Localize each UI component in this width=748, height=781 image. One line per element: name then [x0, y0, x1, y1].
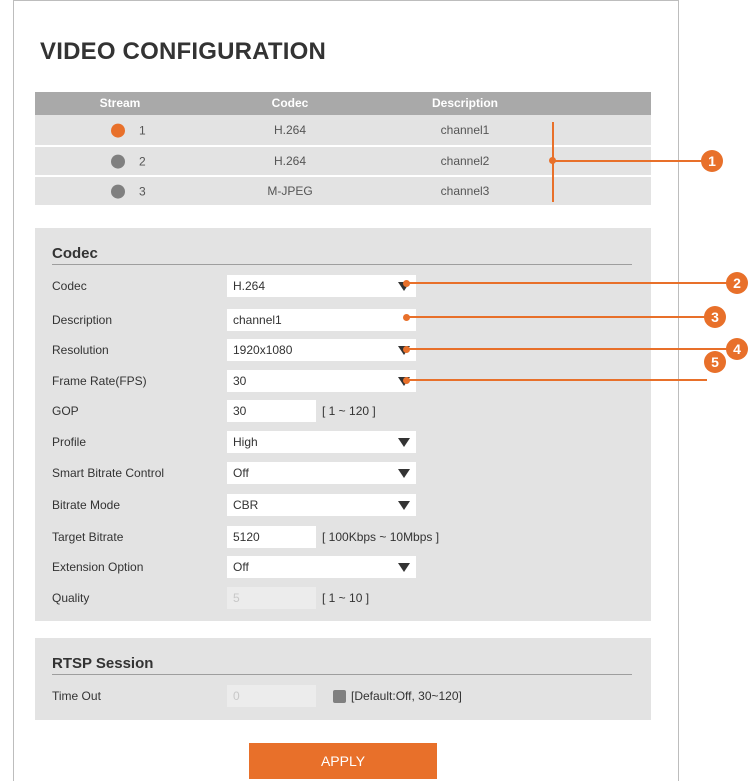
description-input[interactable]: channel1 [227, 309, 416, 331]
target-bitrate-label: Target Bitrate [52, 530, 124, 544]
chevron-down-icon [398, 469, 410, 478]
gop-range-hint: [ 1 ~ 120 ] [322, 404, 376, 418]
time-out-hint: [Default:Off, 30~120] [351, 689, 462, 703]
bitrate-mode-row: Bitrate Mode CBR [52, 494, 642, 516]
stream-1-radio[interactable] [111, 123, 125, 138]
resolution-row: Resolution 1920x1080 [52, 339, 642, 361]
header-description: Description [431, 96, 498, 110]
description-label: Description [52, 313, 113, 327]
target-bitrate-range-hint: [ 100Kbps ~ 10Mbps ] [322, 530, 440, 544]
stream-2-number: 2 [139, 154, 146, 169]
codec-panel: Codec Codec H.264 Description channel1 R… [35, 228, 651, 621]
callout-1-badge: 1 [701, 150, 723, 172]
stream-2-description: channel2 [440, 154, 490, 168]
time-out-row: Time Out 0 [Default:Off, 30~120] [52, 685, 642, 707]
header-codec: Codec [271, 96, 309, 110]
stream-2-codec: H.264 [273, 154, 307, 168]
chevron-down-icon [398, 501, 410, 510]
frame-rate-label: Frame Rate(FPS) [52, 374, 147, 388]
callout-5-line [407, 379, 707, 381]
header-stream: Stream [99, 96, 141, 110]
gop-input[interactable]: 30 [227, 400, 316, 422]
target-bitrate-row: Target Bitrate 5120 [ 100Kbps ~ 10Mbps ] [52, 526, 642, 548]
stream-table: Stream Codec Description 1 H.264 channel… [35, 92, 651, 205]
callout-1-dot [549, 157, 556, 164]
extension-option-row: Extension Option Off [52, 556, 642, 578]
codec-panel-title: Codec [52, 245, 98, 262]
callout-5-badge: 5 [704, 351, 726, 373]
resolution-select[interactable]: 1920x1080 [227, 339, 416, 361]
stream-row-3[interactable]: 3 M-JPEG channel3 [35, 175, 651, 205]
smart-bitrate-select[interactable]: Off [227, 462, 416, 484]
page-title: VIDEO CONFIGURATION [40, 38, 327, 65]
stream-3-number: 3 [139, 184, 146, 199]
stream-1-number: 1 [139, 123, 146, 138]
codec-panel-divider [52, 264, 632, 265]
time-out-checkbox[interactable] [333, 690, 346, 703]
resolution-label: Resolution [52, 343, 109, 357]
bitrate-mode-select[interactable]: CBR [227, 494, 416, 516]
quality-label: Quality [52, 591, 90, 605]
callout-3-line [407, 316, 707, 318]
codec-label: Codec [52, 279, 87, 293]
callout-1-line [552, 160, 704, 162]
stream-1-codec: H.264 [273, 123, 307, 137]
time-out-input: 0 [227, 685, 316, 707]
profile-row: Profile High [52, 431, 642, 453]
extension-option-select[interactable]: Off [227, 556, 416, 578]
stream-row-1[interactable]: 1 H.264 channel1 [35, 115, 651, 145]
rtsp-panel: RTSP Session Time Out 0 [Default:Off, 30… [35, 638, 651, 720]
description-row: Description channel1 [52, 309, 642, 331]
callout-4-line [407, 348, 727, 350]
time-out-label: Time Out [52, 689, 101, 703]
stream-table-header: Stream Codec Description [35, 92, 651, 115]
smart-bitrate-label: Smart Bitrate Control [52, 466, 165, 480]
gop-label: GOP [52, 404, 79, 418]
stream-1-description: channel1 [440, 123, 490, 137]
profile-select[interactable]: High [227, 431, 416, 453]
extension-option-label: Extension Option [52, 560, 144, 574]
codec-row: Codec H.264 [52, 275, 642, 297]
frame-rate-select[interactable]: 30 [227, 370, 416, 392]
rtsp-panel-title: RTSP Session [52, 655, 154, 672]
apply-button[interactable]: APPLY [249, 743, 437, 779]
bitrate-mode-label: Bitrate Mode [52, 498, 121, 512]
callout-2-line [407, 282, 727, 284]
quality-input: 5 [227, 587, 316, 609]
callout-4-badge: 4 [726, 338, 748, 360]
smart-bitrate-row: Smart Bitrate Control Off [52, 462, 642, 484]
frame-rate-row: Frame Rate(FPS) 30 [52, 370, 642, 392]
codec-select[interactable]: H.264 [227, 275, 416, 297]
callout-2-badge: 2 [726, 272, 748, 294]
quality-row: Quality 5 [ 1 ~ 10 ] [52, 587, 642, 609]
chevron-down-icon [398, 438, 410, 447]
stream-3-radio[interactable] [111, 184, 125, 199]
stream-3-description: channel3 [440, 184, 490, 198]
profile-label: Profile [52, 435, 87, 449]
stream-2-radio[interactable] [111, 154, 125, 169]
target-bitrate-input[interactable]: 5120 [227, 526, 316, 548]
stream-3-codec: M-JPEG [267, 184, 313, 198]
chevron-down-icon [398, 563, 410, 572]
callout-3-badge: 3 [704, 306, 726, 328]
rtsp-panel-divider [52, 674, 632, 675]
quality-range-hint: [ 1 ~ 10 ] [322, 591, 370, 605]
gop-row: GOP 30 [ 1 ~ 120 ] [52, 400, 642, 422]
